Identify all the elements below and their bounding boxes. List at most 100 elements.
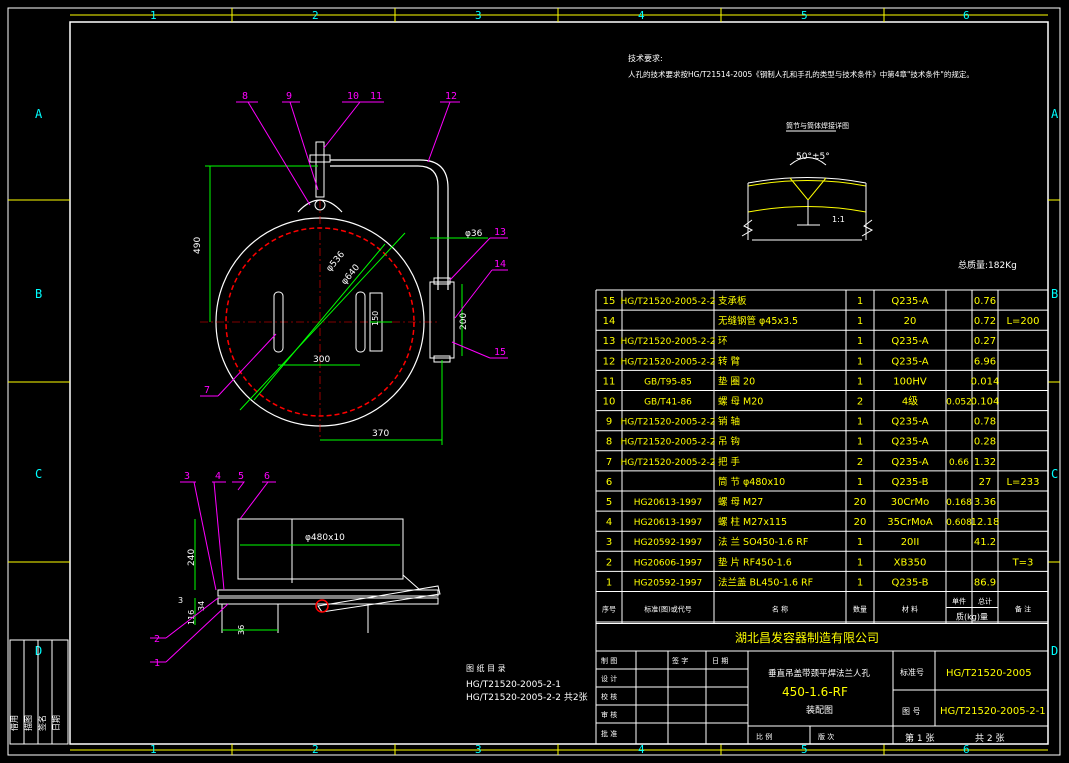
scale-label: 比 例 — [756, 732, 772, 741]
bom-material: 20 — [904, 316, 917, 327]
dim-34: 34 — [197, 601, 206, 611]
bom-unit-mass: 0.608 — [946, 518, 972, 528]
bom-material: XB350 — [894, 557, 927, 568]
bom-qty: 1 — [857, 296, 863, 307]
balloon: 10 — [347, 91, 359, 102]
col-num: 5 — [801, 743, 808, 756]
balloon: 12 — [445, 91, 457, 102]
bom-no: 6 — [606, 477, 612, 488]
bom-header-note: 备 注 — [1015, 605, 1031, 614]
bom-std: HG/T21520-2005-2-2 — [620, 418, 715, 428]
tech-req-title: 技术要求: — [628, 53, 663, 63]
bom-no: 3 — [606, 537, 612, 548]
balloon: 15 — [494, 347, 506, 358]
bom-total-mass: 86.9 — [974, 577, 996, 588]
row-letter: D — [1051, 644, 1058, 658]
bom-material: Q235-A — [891, 296, 928, 307]
flange — [217, 589, 439, 597]
strip-label: 借用 — [9, 715, 19, 731]
balloon: 13 — [494, 227, 506, 238]
bom-unit-mass: 0.052 — [946, 398, 972, 408]
bom-header-material: 材 料 — [902, 605, 918, 614]
page-text: 第 1 张 — [905, 732, 934, 744]
sign-row: 制 图 — [601, 656, 617, 665]
sheet-label: 版 次 — [818, 732, 834, 741]
dim-200: 200 — [459, 313, 469, 330]
bom-total-mass: 27 — [979, 477, 992, 488]
bom-name: 法 兰 SO450-1.6 RF — [718, 536, 808, 548]
bom-total-mass: 0.014 — [971, 376, 1000, 387]
balloon: 9 — [286, 91, 292, 102]
dim-150: 150 — [371, 311, 380, 326]
dim-116: 116 — [187, 610, 196, 625]
bom-no: 7 — [606, 457, 612, 468]
bom-qty: 1 — [857, 417, 863, 428]
weld-detail-title: 筒节与筒体焊接详图 — [786, 121, 849, 130]
bom-std: HG20592-1997 — [634, 578, 703, 588]
bom-name: 把 手 — [718, 456, 741, 468]
bom-header-std: 标准(图)或代号 — [644, 605, 691, 614]
bom-qty: 1 — [857, 477, 863, 488]
bom-no: 13 — [603, 336, 616, 347]
bom-material: Q235-A — [891, 457, 928, 468]
bom-no: 11 — [603, 376, 616, 387]
nozzle-neck — [237, 518, 404, 580]
bom-no: 8 — [606, 437, 612, 448]
bom-name: 法兰盖 BL450-1.6 RF — [718, 576, 813, 588]
tech-req-line: 人孔的技术要求按HG/T21514-2005《钢制人孔和手孔的类型与技术条件》中… — [628, 69, 974, 79]
left-strip-text: 借用 描图 签名 日期 — [9, 715, 61, 731]
balloon: 2 — [154, 634, 160, 645]
bom-header-qty: 数量 — [853, 605, 867, 614]
fig-value: HG/T21520-2005-2-1 — [940, 706, 1046, 717]
weld-ratio: 1:1 — [832, 215, 845, 224]
bom-no: 5 — [606, 497, 612, 508]
bom-material: Q235-A — [891, 336, 928, 347]
bom-name: 支承板 — [718, 295, 747, 307]
drawing-canvas: 1 2 3 4 5 6 1 2 3 4 5 6 A B C D A B C D … — [7, 7, 1061, 756]
bom-std: HG/T21520-2005-2-2 — [620, 337, 715, 347]
bom-header-name: 名 称 — [772, 605, 788, 614]
bom-no: 12 — [603, 356, 616, 367]
bom-std: HG/T21520-2005-2-2 — [620, 297, 715, 307]
bom-material: Q235-A — [891, 356, 928, 367]
dim-phi536: φ536 — [325, 250, 348, 274]
bom-header-unit: 单件 — [952, 597, 966, 606]
dim-phi36: φ36 — [465, 229, 483, 239]
dim-240: 240 — [187, 549, 197, 566]
bom-material: Q235-A — [891, 437, 928, 448]
dim-490: 490 — [193, 237, 203, 254]
strip-label: 日期 — [52, 715, 61, 731]
bom-name: 无缝钢管 φ45x3.5 — [718, 315, 798, 327]
bom-total-mass: 1.32 — [974, 457, 996, 468]
fig-label: 图 号 — [902, 707, 921, 716]
bom-name: 螺 柱 M27x115 — [718, 516, 787, 528]
bom-qty: 20 — [854, 517, 867, 528]
bom-note: T=3 — [1012, 557, 1034, 568]
col-num: 6 — [963, 9, 970, 22]
bom-name: 螺 母 M20 — [718, 397, 763, 408]
balloon: 14 — [494, 259, 506, 270]
bom-total-mass: 0.76 — [974, 296, 996, 307]
weld-detail: 筒节与筒体焊接详图 50°±5° 1:1 — [741, 121, 874, 241]
sign-row: 审 核 — [601, 710, 617, 719]
balloon: 5 — [238, 471, 244, 482]
bom-unit-mass: 0.66 — [949, 458, 969, 468]
bom-unit-mass: 0.168 — [946, 498, 972, 508]
support-tube — [429, 281, 455, 359]
sign-row: 设 计 — [601, 674, 617, 683]
row-letter: D — [35, 644, 42, 658]
bom-qty: 1 — [857, 336, 863, 347]
bom-qty: 2 — [857, 457, 863, 468]
bom-material: Q235-A — [891, 417, 928, 428]
bom-material: 35CrMoA — [887, 517, 933, 528]
bom-name: 垫 片 RF450-1.6 — [718, 556, 792, 568]
row-letter: B — [35, 287, 42, 301]
drawing-list-item: HG/T21520-2005-2-1 — [466, 680, 561, 690]
col-num: 4 — [638, 9, 645, 22]
product-name: 垂直吊盖带颈平焊法兰人孔 — [768, 668, 871, 679]
bom-qty: 20 — [854, 497, 867, 508]
bom-std: HG/T21520-2005-2-2 — [620, 357, 715, 367]
col-num: 6 — [963, 743, 970, 756]
bom-qty: 1 — [857, 537, 863, 548]
side-view: φ480x10 240 3 34 116 36 3 4 5 6 2 1 — [150, 471, 441, 669]
